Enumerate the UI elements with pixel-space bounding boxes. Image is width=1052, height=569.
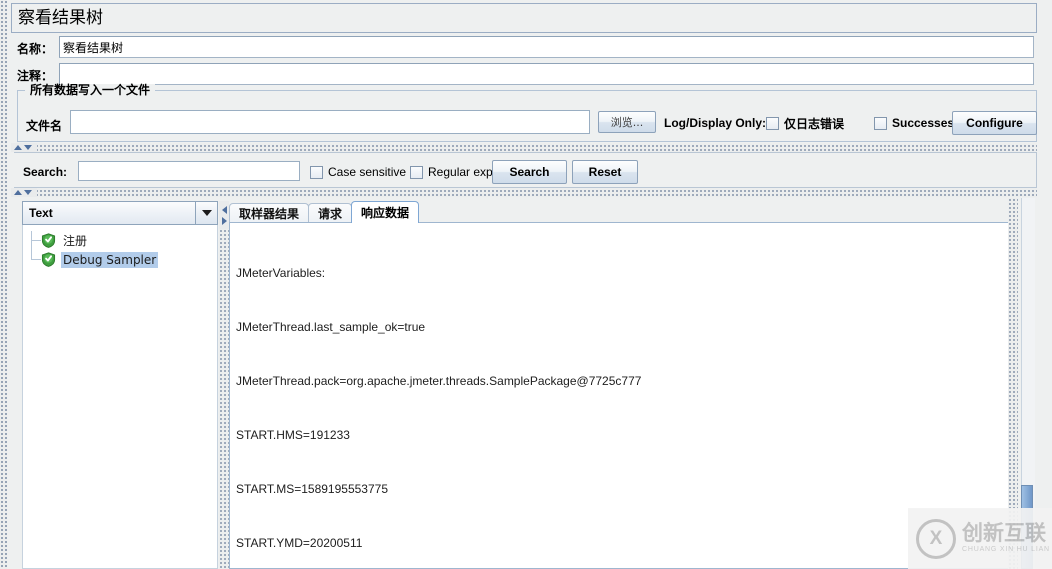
filename-input[interactable] [70, 110, 590, 134]
successes-checkbox[interactable]: Successes [874, 115, 954, 131]
chevron-down-icon[interactable] [24, 145, 32, 150]
name-row: 名称： [11, 36, 1037, 60]
comment-input[interactable] [59, 63, 1034, 85]
renderer-selected-value: Text [29, 206, 53, 220]
checkbox-box-icon [766, 116, 779, 130]
watermark-texts: 创新互联 CHUANG XIN HU LIAN [962, 522, 1050, 555]
case-sensitive-label: Case sensitive [328, 165, 407, 179]
response-line: START.MS=1589195553775 [236, 482, 388, 496]
left-column: Text 注册 Debug Sampler [14, 201, 219, 569]
split-collapse-arrows[interactable] [11, 188, 37, 197]
comment-row: 注释： [11, 63, 1037, 87]
response-line: START.HMS=191233 [236, 428, 350, 442]
tree-node-label: Debug Sampler [61, 251, 159, 268]
successes-label: Successes [892, 116, 955, 130]
chevron-right-icon[interactable] [221, 216, 227, 225]
watermark-logo-icon: X [916, 518, 956, 559]
response-line: START.YMD=20200511 [236, 536, 363, 550]
renderer-select[interactable]: Text [22, 201, 218, 225]
page-title: 察看结果树 [18, 8, 103, 28]
split-divider-middle[interactable] [11, 188, 1037, 197]
tree-node-register[interactable]: 注册 [23, 231, 217, 250]
regular-exp-label: Regular exp. [428, 165, 497, 179]
browse-button[interactable]: 浏览... [598, 111, 656, 133]
view-results-tree-window: 察看结果树 名称： 注释： 所有数据写入一个文件 文件名 浏览... Log/D… [0, 0, 1052, 569]
log-display-only-label: Log/Display Only: [664, 116, 767, 130]
checkbox-box-icon [310, 165, 323, 179]
chevron-up-icon[interactable] [14, 145, 22, 150]
regular-exp-checkbox[interactable]: Regular exp. [410, 164, 496, 180]
results-tree[interactable]: 注册 Debug Sampler [22, 225, 218, 569]
name-input[interactable] [59, 36, 1034, 58]
search-button[interactable]: Search [492, 160, 567, 184]
tab-request[interactable]: 请求 [308, 203, 353, 223]
name-label: 名称： [17, 42, 54, 56]
case-sensitive-checkbox[interactable]: Case sensitive [310, 164, 406, 180]
tree-node-debug-sampler[interactable]: Debug Sampler [23, 250, 217, 269]
checkbox-box-icon [410, 165, 423, 179]
tree-node-label: 注册 [63, 233, 88, 248]
write-all-data-group-title: 所有数据写入一个文件 [25, 84, 156, 97]
errors-only-label: 仅日志错误 [784, 116, 845, 131]
tab-sampler-result[interactable]: 取样器结果 [229, 203, 310, 223]
filename-label: 文件名 [26, 119, 63, 133]
vertical-split-divider[interactable] [219, 201, 229, 569]
tab-response-data[interactable]: 响应数据 [351, 201, 420, 223]
response-text: JMeterVariables: JMeterThread.last_sampl… [236, 228, 1013, 568]
response-line: JMeterThread.last_sample_ok=true [236, 320, 426, 334]
result-tabs: 取样器结果 请求 响应数据 [229, 201, 420, 223]
window-left-gutter [0, 0, 7, 569]
chevron-left-icon[interactable] [221, 205, 227, 214]
split-divider-top[interactable] [11, 143, 1037, 152]
comment-label: 注释： [17, 69, 54, 83]
response-data-panel[interactable]: JMeterVariables: JMeterThread.last_sampl… [229, 222, 1018, 569]
vertical-split-collapse-arrows[interactable] [219, 201, 229, 229]
search-input[interactable] [78, 161, 300, 181]
checkbox-box-icon [874, 116, 887, 130]
response-line: JMeterThread.pack=org.apache.jmeter.thre… [236, 374, 642, 388]
response-line: JMeterVariables: [236, 266, 326, 280]
green-shield-check-icon [41, 252, 56, 267]
split-collapse-arrows[interactable] [11, 143, 37, 152]
renderer-dropdown-button[interactable] [195, 202, 217, 224]
chevron-down-icon[interactable] [24, 190, 32, 195]
results-area: Text 注册 Debug Sampler 取样器结果 请求 响应数据 JMet… [14, 198, 1037, 569]
chevron-down-icon [201, 210, 212, 216]
watermark-en-text: CHUANG XIN HU LIAN [962, 546, 1050, 553]
page-title-bar: 察看结果树 [11, 3, 1037, 33]
reset-button[interactable]: Reset [572, 160, 638, 184]
green-shield-check-icon [41, 233, 56, 248]
chevron-up-icon[interactable] [14, 190, 22, 195]
watermark: X 创新互联 CHUANG XIN HU LIAN [908, 508, 1052, 569]
watermark-logo-letter: X [929, 527, 943, 549]
configure-button[interactable]: Configure [952, 111, 1037, 135]
search-label: Search: [23, 165, 68, 179]
errors-only-checkbox[interactable]: 仅日志错误 [766, 115, 844, 131]
watermark-cn-text: 创新互联 [962, 521, 1046, 545]
